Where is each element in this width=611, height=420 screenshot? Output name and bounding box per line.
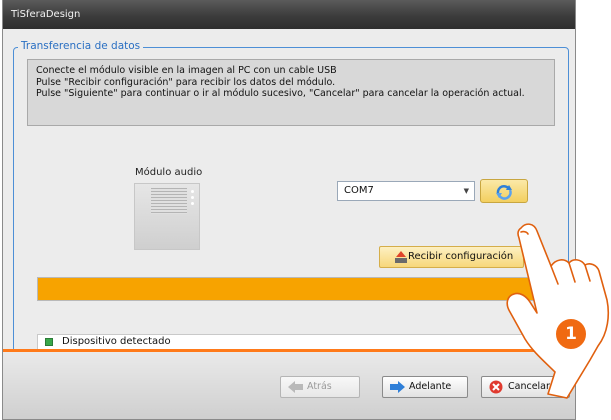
hand-pointer-icon [506, 223, 610, 399]
step-callout-badge: 1 [554, 317, 588, 351]
